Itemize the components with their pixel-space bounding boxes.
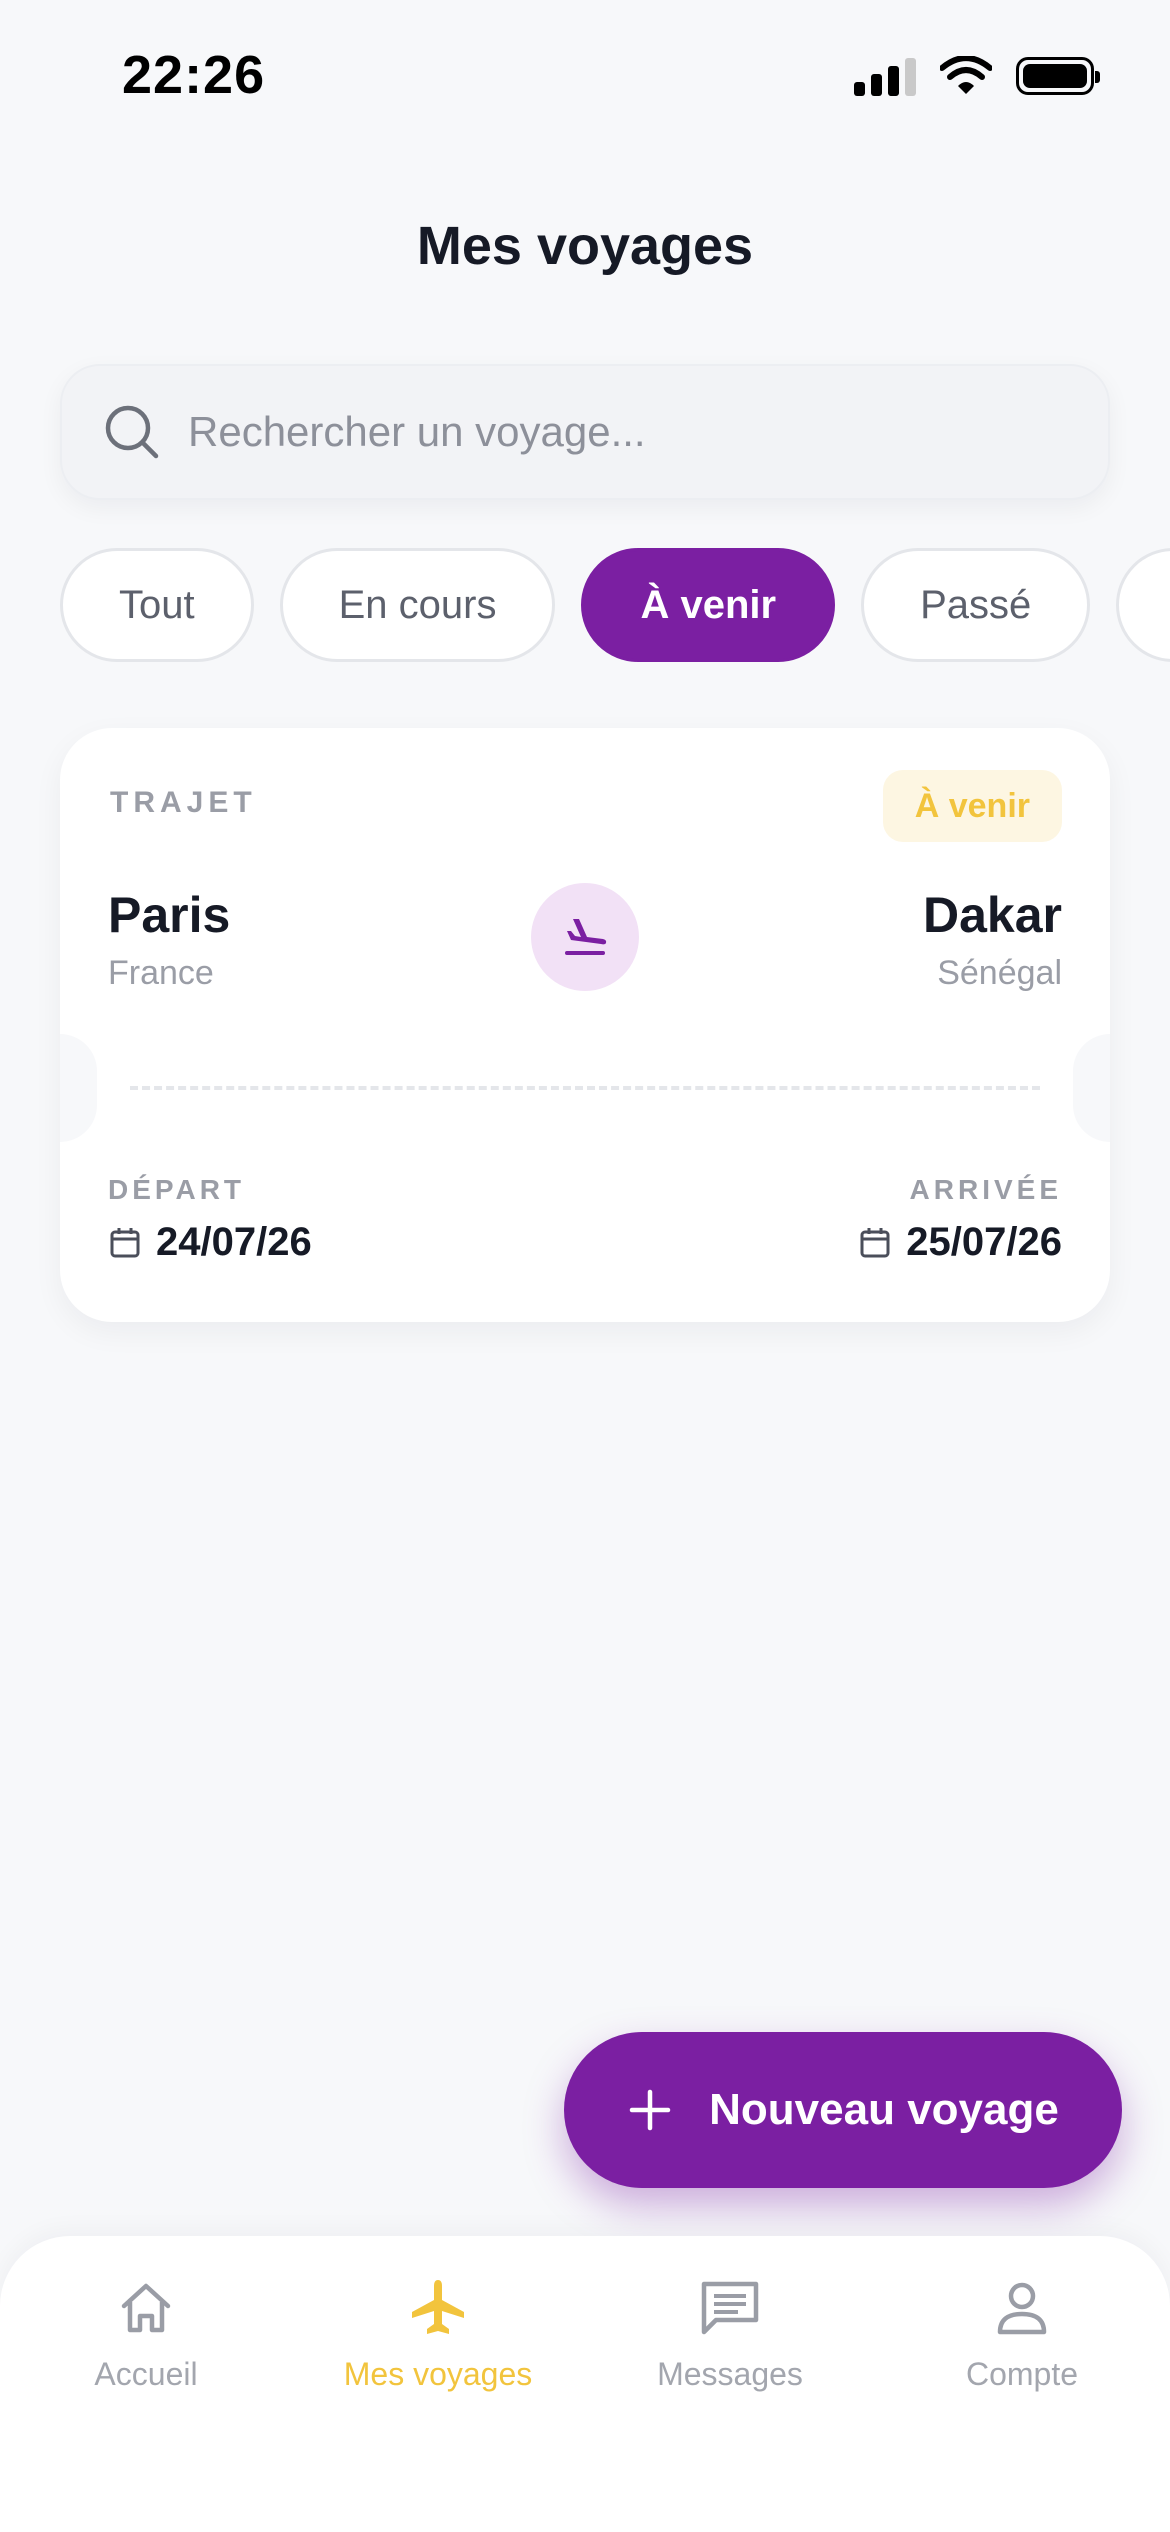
tab-all[interactable]: Tout [60, 548, 254, 662]
new-trip-button[interactable]: Nouveau voyage [564, 2032, 1122, 2188]
status-time: 22:26 [122, 45, 266, 105]
trip-card[interactable]: TRAJET À venir Paris France Dakar Sénéga… [60, 728, 1110, 1322]
user-icon [997, 2282, 1047, 2335]
tab-upcoming[interactable]: À venir [581, 548, 836, 662]
flight-land-icon [565, 919, 607, 955]
arrival-label: ARRIVÉE [909, 1174, 1062, 1205]
status-icons [854, 56, 1100, 96]
wifi-icon [940, 56, 992, 94]
new-trip-label: Nouveau voyage [709, 2085, 1059, 2134]
bottom-navigation: Accueil Mes voyages Messages Compte [0, 2236, 1170, 2532]
arrival-country: Sénégal [937, 954, 1062, 992]
departure-country: France [108, 954, 214, 992]
airplane-icon [412, 2280, 464, 2334]
departure-date-value: 24/07/26 [156, 1220, 312, 1264]
ticket-divider [130, 1086, 1040, 1090]
arrival-date-value: 25/07/26 [906, 1220, 1062, 1264]
search-input[interactable] [188, 408, 1048, 456]
calendar-icon [110, 1227, 140, 1257]
home-icon [121, 2283, 171, 2333]
nav-item-home[interactable]: Accueil [0, 2276, 292, 2393]
departure-date: 24/07/26 [108, 1220, 312, 1265]
tab-in-progress[interactable]: En cours [279, 548, 556, 662]
status-badge: À venir [882, 770, 1062, 842]
departure-label: DÉPART [108, 1174, 246, 1205]
nav-item-messages[interactable]: Messages [584, 2276, 876, 2393]
arrival-date: 25/07/26 [858, 1220, 1062, 1265]
ticket-notch-left [60, 1034, 97, 1142]
tab-more[interactable] [1116, 548, 1170, 662]
nav-label-home: Accueil [94, 2356, 198, 2392]
nav-label-messages: Messages [657, 2356, 803, 2392]
message-icon [701, 2281, 759, 2335]
departure-city: Paris [108, 887, 231, 943]
nav-item-trips[interactable]: Mes voyages [292, 2276, 584, 2393]
nav-item-account[interactable]: Compte [876, 2276, 1168, 2393]
trips-screen: 22:26 Mes voyages Tout En cours À venir … [0, 0, 1170, 2532]
plane-badge [531, 883, 639, 991]
nav-label-account: Compte [965, 2356, 1079, 2392]
plus-icon [629, 2089, 671, 2131]
status-bar: 22:26 [0, 0, 1170, 150]
filter-tabs: Tout En cours À venir Passé [60, 548, 1170, 662]
search-bar[interactable] [60, 364, 1110, 500]
arrival-city: Dakar [923, 887, 1062, 943]
calendar-icon [860, 1227, 890, 1257]
battery-icon [1016, 57, 1100, 95]
page-title: Mes voyages [416, 216, 754, 276]
trip-card-label: TRAJET [110, 786, 257, 819]
search-icon [105, 405, 159, 459]
nav-label-trips: Mes voyages [343, 2356, 533, 2392]
cellular-signal-icon [854, 56, 916, 96]
tab-past[interactable]: Passé [861, 548, 1091, 662]
ticket-notch-right [1073, 1034, 1110, 1142]
